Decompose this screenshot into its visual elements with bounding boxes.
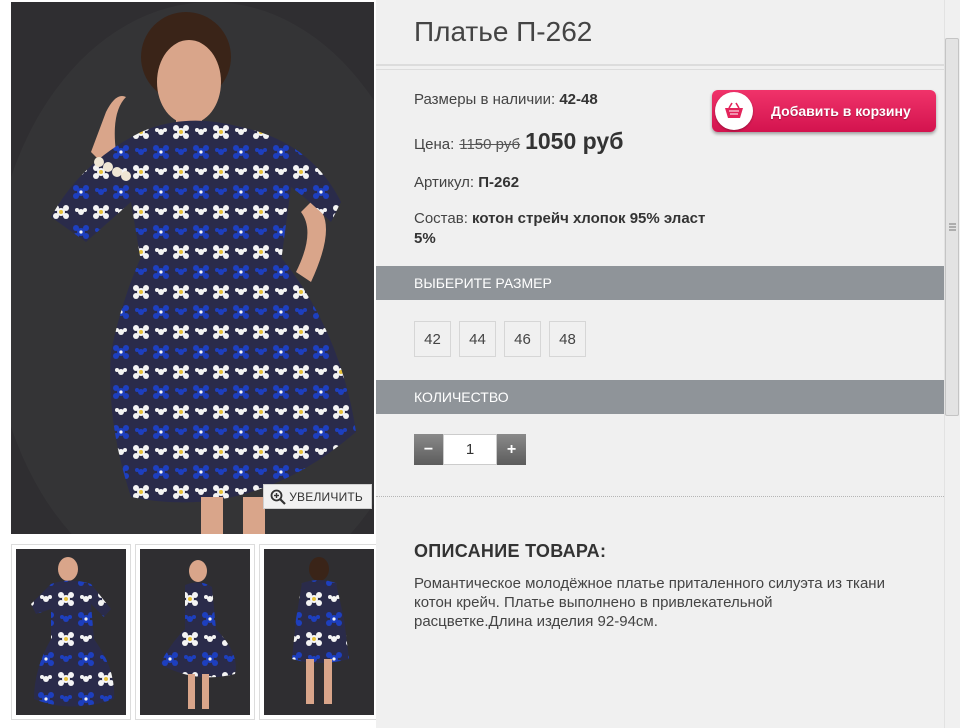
size-option-44[interactable]: 44: [459, 321, 496, 357]
product-title: Платье П-262: [414, 16, 593, 47]
zoom-label: УВЕЛИЧИТЬ: [289, 489, 363, 504]
description-text: Романтическое молодёжное платье притален…: [414, 575, 885, 630]
size-section-header: ВЫБЕРИТЕ РАЗМЕР: [376, 266, 944, 300]
add-to-cart-label: Добавить в корзину: [771, 103, 911, 119]
new-price: 1050 руб: [525, 128, 624, 154]
dress-photo-image: [11, 2, 374, 534]
sizes-label: Размеры в наличии:: [414, 91, 556, 108]
sku-row: Артикул: П-262: [414, 174, 519, 191]
sku-value: П-262: [478, 174, 520, 191]
scrollbar-grip-icon: [949, 223, 956, 231]
composition-row: Состав: котон стрейч хлопок 95% эласт 5%: [414, 209, 714, 249]
thumbnail-strip: [11, 544, 379, 720]
size-option-48[interactable]: 48: [549, 321, 586, 357]
thumbnail-back-image: [264, 549, 374, 715]
thumbnail-spin-image: [140, 549, 250, 715]
description-title: ОПИСАНИЕ ТОВАРА:: [414, 541, 607, 561]
quantity-decrease-button[interactable]: −: [414, 434, 443, 465]
composition-label: Состав:: [414, 210, 468, 227]
thumbnail-back[interactable]: [259, 544, 379, 720]
section-divider: [376, 496, 944, 497]
sku-label: Артикул:: [414, 174, 475, 191]
price-label: Цена:: [414, 136, 455, 153]
quantity-increase-button[interactable]: +: [497, 434, 526, 465]
size-options: 42 44 46 48: [414, 321, 586, 357]
size-option-46[interactable]: 46: [504, 321, 541, 357]
quantity-input[interactable]: [443, 434, 497, 465]
basket-icon: [715, 92, 753, 130]
quantity-stepper: − +: [414, 434, 526, 465]
thumbnail-front[interactable]: [11, 544, 131, 720]
zoom-button[interactable]: УВЕЛИЧИТЬ: [263, 484, 372, 509]
title-divider-secondary: [376, 69, 944, 70]
main-product-photo[interactable]: УВЕЛИЧИТЬ: [11, 2, 374, 534]
title-divider: [376, 64, 944, 66]
product-info-panel: Платье П-262 Размеры в наличии: 42-48 Це…: [376, 0, 944, 728]
magnifier-plus-icon: [270, 489, 287, 505]
add-to-cart-button[interactable]: Добавить в корзину: [712, 90, 936, 132]
sizes-value: 42-48: [559, 91, 598, 108]
thumbnail-spin[interactable]: [135, 544, 255, 720]
available-sizes: Размеры в наличии: 42-48: [414, 91, 598, 108]
size-option-42[interactable]: 42: [414, 321, 451, 357]
old-price: 1150 руб: [459, 136, 521, 153]
scrollbar-thumb[interactable]: [945, 38, 959, 416]
price-row: Цена: 1150 руб 1050 руб: [414, 128, 623, 155]
thumbnail-front-image: [16, 549, 126, 715]
quantity-section-header: КОЛИЧЕСТВО: [376, 380, 944, 414]
